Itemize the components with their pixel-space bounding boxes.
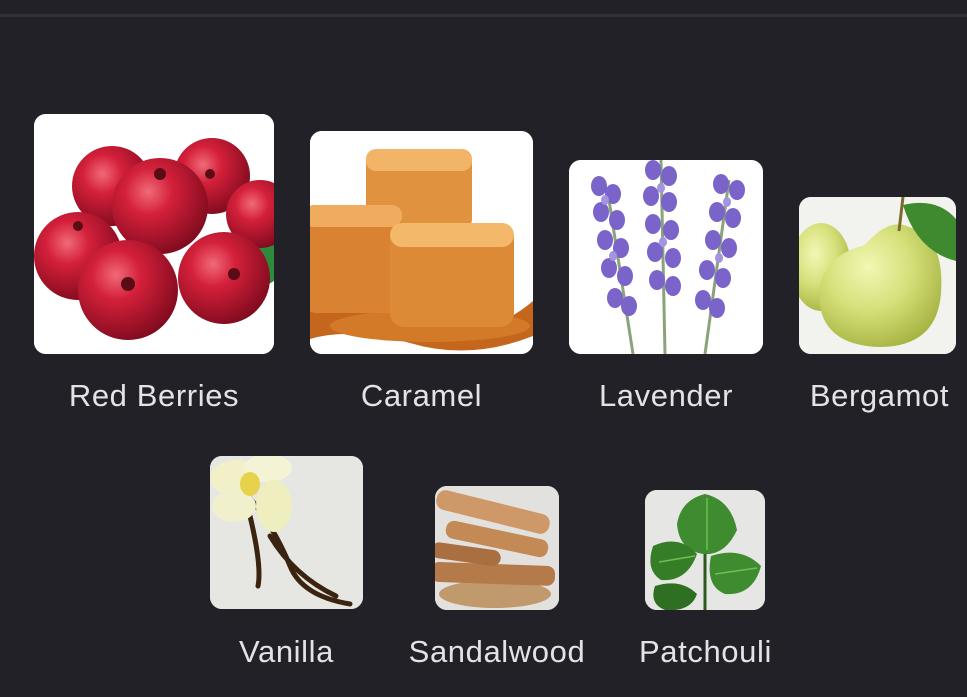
note-label: Caramel (360, 378, 483, 413)
note-label: Vanilla (239, 634, 334, 669)
sandalwood-image (435, 486, 559, 610)
bergamot-image (799, 197, 956, 354)
fragrance-notes-screen: Red Berries Caramel Lavender Bergamot Va… (0, 0, 967, 697)
note-label: Red Berries (68, 378, 240, 413)
vanilla-image (210, 456, 363, 609)
note-label: Lavender (598, 378, 734, 413)
note-label: Sandalwood (408, 634, 586, 669)
note-label: Patchouli (639, 634, 772, 669)
lavender-image (569, 160, 763, 354)
caramel-image (310, 131, 533, 354)
note-label: Bergamot (809, 378, 950, 413)
cranberries-image (34, 114, 274, 354)
top-divider (0, 14, 967, 17)
patchouli-image (645, 490, 765, 610)
